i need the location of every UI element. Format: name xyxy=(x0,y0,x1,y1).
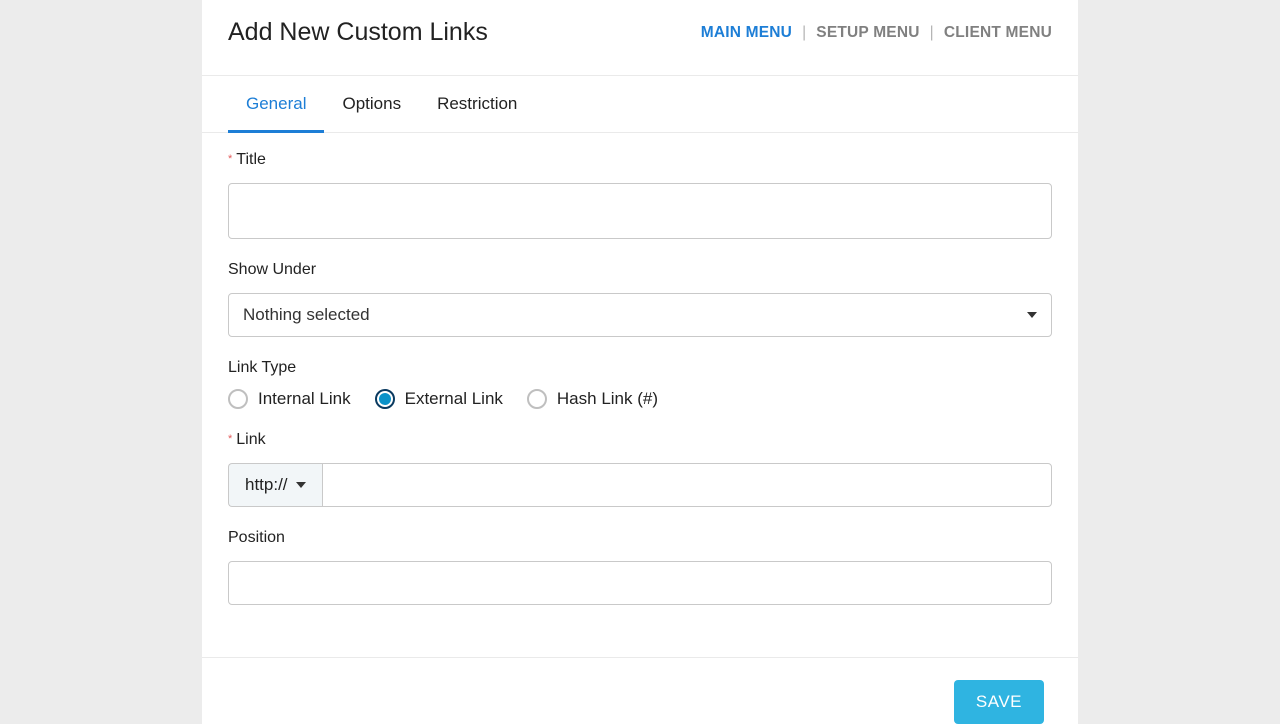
radio-internal-link[interactable]: Internal Link xyxy=(228,389,351,409)
save-button[interactable]: SAVE xyxy=(954,680,1044,724)
actions: SAVE xyxy=(202,658,1078,724)
form-general: * Title Show Under Nothing selected Link… xyxy=(202,133,1078,633)
header: Add New Custom Links MAIN MENU | SETUP M… xyxy=(202,0,1078,75)
required-marker: * xyxy=(228,433,232,445)
label-link: * Link xyxy=(228,431,1052,449)
radio-external-link[interactable]: External Link xyxy=(375,389,503,409)
label-show-under-text: Show Under xyxy=(228,261,316,279)
radio-label-hash: Hash Link (#) xyxy=(557,389,658,409)
show-under-value: Nothing selected xyxy=(243,305,370,325)
radio-icon xyxy=(527,389,547,409)
label-link-text: Link xyxy=(236,431,265,449)
link-protocol-select[interactable]: http:// xyxy=(228,463,322,507)
title-input[interactable] xyxy=(228,183,1052,239)
radio-icon xyxy=(228,389,248,409)
caret-down-icon xyxy=(1027,312,1037,318)
link-protocol-value: http:// xyxy=(245,475,288,495)
nav-main-menu[interactable]: MAIN MENU xyxy=(701,24,792,42)
group-link-type: Link Type Internal Link External Link Ha… xyxy=(228,359,1052,409)
page-title: Add New Custom Links xyxy=(228,18,488,47)
radio-label-internal: Internal Link xyxy=(258,389,351,409)
link-type-radios: Internal Link External Link Hash Link (#… xyxy=(228,389,1052,409)
top-nav: MAIN MENU | SETUP MENU | CLIENT MENU xyxy=(701,24,1052,42)
group-position: Position xyxy=(228,529,1052,605)
radio-icon xyxy=(375,389,395,409)
nav-client-menu[interactable]: CLIENT MENU xyxy=(944,24,1052,42)
link-row: http:// xyxy=(228,463,1052,507)
show-under-select[interactable]: Nothing selected xyxy=(228,293,1052,337)
link-input[interactable] xyxy=(322,463,1052,507)
group-link: * Link http:// xyxy=(228,431,1052,507)
tab-restriction[interactable]: Restriction xyxy=(419,76,535,133)
group-title: * Title xyxy=(228,151,1052,239)
tab-options[interactable]: Options xyxy=(324,76,419,133)
label-link-type: Link Type xyxy=(228,359,1052,377)
position-input[interactable] xyxy=(228,561,1052,605)
label-link-type-text: Link Type xyxy=(228,359,296,377)
radio-hash-link[interactable]: Hash Link (#) xyxy=(527,389,658,409)
label-show-under: Show Under xyxy=(228,261,1052,279)
tabs: General Options Restriction xyxy=(202,75,1078,133)
label-position: Position xyxy=(228,529,1052,547)
radio-label-external: External Link xyxy=(405,389,503,409)
label-title-text: Title xyxy=(236,151,266,169)
group-show-under: Show Under Nothing selected xyxy=(228,261,1052,337)
caret-down-icon xyxy=(296,482,306,488)
panel: Add New Custom Links MAIN MENU | SETUP M… xyxy=(202,0,1078,724)
label-title: * Title xyxy=(228,151,1052,169)
nav-separator: | xyxy=(930,24,934,42)
nav-setup-menu[interactable]: SETUP MENU xyxy=(816,24,919,42)
required-marker: * xyxy=(228,153,232,165)
label-position-text: Position xyxy=(228,529,285,547)
tab-general[interactable]: General xyxy=(228,76,324,133)
nav-separator: | xyxy=(802,24,806,42)
